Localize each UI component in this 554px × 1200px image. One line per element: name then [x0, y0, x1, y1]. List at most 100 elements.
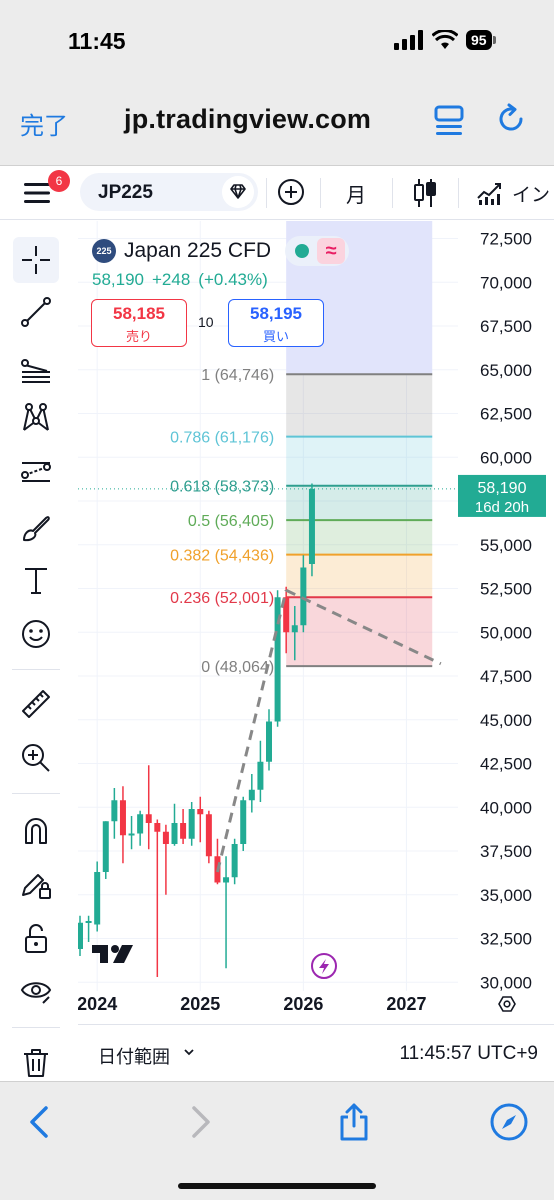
done-button[interactable]: 完了: [20, 106, 68, 141]
candle: [102, 821, 109, 879]
candle-body: [128, 833, 135, 836]
brush-tool[interactable]: [13, 505, 59, 551]
toolbar-divider: [12, 669, 60, 670]
status-icons: 95: [394, 30, 496, 50]
measure-tool[interactable]: [13, 681, 59, 727]
sell-button[interactable]: 58,185 売り: [91, 299, 187, 347]
text-icon: [25, 568, 47, 594]
url-field[interactable]: jp.tradingview.com: [124, 104, 371, 135]
candle: [162, 824, 169, 895]
settings-icon[interactable]: [498, 996, 516, 1012]
share-icon[interactable]: [334, 1102, 374, 1142]
price-axis-label: 70,000: [480, 273, 532, 292]
indicators-label[interactable]: イン: [512, 180, 550, 207]
unlock-icon: [25, 924, 47, 953]
fib-level-label: 0.786 (61,176): [170, 430, 274, 447]
candle: [154, 819, 161, 977]
crosshair-icon: [22, 246, 50, 274]
candles-icon[interactable]: [412, 178, 438, 208]
time-axis-label: 2026: [283, 994, 323, 1014]
time-axis-label: 2024: [78, 994, 117, 1014]
symbol-label: JP225: [98, 182, 153, 203]
interval-button[interactable]: 月: [346, 179, 366, 208]
candle-body: [240, 800, 247, 844]
price-axis-label: 50,000: [480, 623, 532, 642]
zoom-tool[interactable]: [13, 735, 59, 781]
toolbar-divider: [266, 178, 267, 208]
back-icon[interactable]: [20, 1102, 60, 1142]
candle: [111, 788, 118, 839]
delete-tool[interactable]: [13, 1039, 59, 1085]
compass-icon[interactable]: [489, 1102, 529, 1142]
toolbar-divider: [320, 178, 321, 208]
candle: [205, 810, 212, 864]
date-range-button[interactable]: 日付範囲: [98, 1043, 170, 1069]
add-symbol-icon[interactable]: [277, 178, 305, 206]
unlock-tool[interactable]: [13, 915, 59, 961]
candle: [188, 802, 195, 846]
chart-clock[interactable]: 11:45:57 UTC+9: [399, 1043, 538, 1065]
pattern-tool[interactable]: [13, 395, 59, 441]
battery-tip: [492, 36, 496, 44]
brush-icon: [23, 516, 50, 542]
price-axis-label: 37,500: [480, 842, 532, 861]
forecast-tool[interactable]: [13, 449, 59, 495]
chart-legend[interactable]: 225 Japan 225 CFD ≈: [92, 236, 350, 266]
reload-icon[interactable]: [494, 102, 528, 136]
trend-line-tool[interactable]: [13, 289, 59, 335]
notification-badge: 6: [48, 170, 70, 192]
candle: [257, 740, 264, 802]
chevron-down-icon[interactable]: [182, 1045, 196, 1059]
pattern-icon: [23, 403, 49, 431]
fib-zone: [286, 554, 433, 598]
reader-icon[interactable]: [432, 104, 466, 138]
diamond-icon[interactable]: [222, 176, 254, 208]
trend-line-icon: [21, 297, 51, 327]
fib-retracement-tool[interactable]: [13, 343, 59, 389]
fib-zone: [286, 436, 433, 486]
signal-icon: [394, 30, 423, 50]
candle-body: [291, 625, 298, 633]
price-change: +248: [152, 270, 191, 289]
data-status-icon: ≈: [317, 238, 346, 264]
text-tool[interactable]: [13, 557, 59, 603]
time-axis: 2024 2025 2026 2027: [78, 994, 426, 1014]
candle-body: [162, 831, 169, 844]
candle-body: [137, 814, 144, 834]
symbol-search[interactable]: JP225: [80, 173, 258, 211]
fib-zone: [286, 485, 433, 521]
candle-body: [94, 872, 101, 925]
indicators-icon[interactable]: [476, 180, 504, 206]
magnet-icon: [25, 818, 47, 844]
candle: [240, 796, 247, 851]
forward-icon[interactable]: [180, 1102, 220, 1142]
candle-body: [78, 922, 83, 949]
price-axis-label: 47,500: [480, 667, 532, 686]
visibility-tool[interactable]: [13, 967, 59, 1013]
fib-level-label: 0 (48,064): [201, 659, 274, 676]
sell-label: 売り: [125, 329, 152, 344]
price-axis-label: 72,500: [480, 230, 532, 249]
magnet-tool[interactable]: [13, 807, 59, 853]
market-status[interactable]: ≈: [285, 236, 350, 266]
emoji-tool[interactable]: [13, 611, 59, 657]
smiley-icon: [22, 620, 50, 648]
toolbar-divider: [12, 1027, 60, 1028]
battery-indicator: 95: [466, 30, 492, 50]
price-axis-label: 32,500: [480, 930, 532, 949]
buy-price: 58,195: [250, 304, 302, 323]
price-axis-label: 42,500: [480, 755, 532, 774]
chart-toolbar: 6 JP225 月 イン: [0, 166, 554, 220]
buy-button[interactable]: 58,195 買い: [228, 299, 324, 347]
symbol-logo: 225: [92, 239, 116, 263]
candle: [274, 590, 281, 727]
crosshair-tool[interactable]: [13, 237, 59, 283]
market-open-icon: [295, 244, 310, 258]
toolbar-divider: [392, 178, 393, 208]
candle-body: [188, 809, 195, 839]
fib-retracement-icon: [21, 359, 50, 383]
candle: [137, 810, 144, 846]
lock-drawings-tool[interactable]: [13, 861, 59, 907]
tradingview-logo: [92, 945, 133, 963]
eye-icon: [20, 982, 52, 1004]
